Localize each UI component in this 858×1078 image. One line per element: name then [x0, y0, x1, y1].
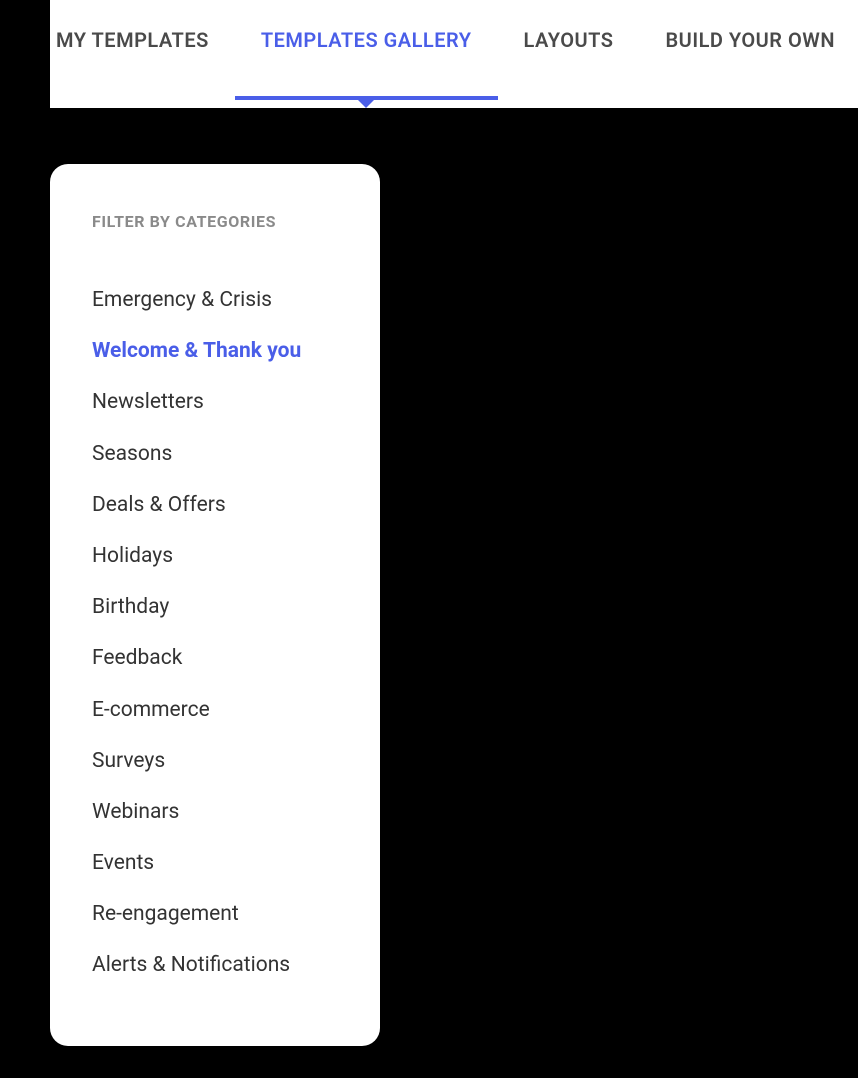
category-welcome-thank-you[interactable]: Welcome & Thank you — [92, 326, 338, 377]
tab-bar: MY TEMPLATES TEMPLATES GALLERY LAYOUTS B… — [50, 0, 858, 108]
category-e-commerce[interactable]: E-commerce — [92, 685, 338, 736]
category-list: Emergency & Crisis Welcome & Thank you N… — [92, 275, 338, 992]
filter-panel: FILTER BY CATEGORIES Emergency & Crisis … — [50, 164, 380, 1046]
tab-templates-gallery[interactable]: TEMPLATES GALLERY — [235, 28, 498, 52]
tab-layouts[interactable]: LAYOUTS — [498, 28, 640, 52]
category-alerts-notifications[interactable]: Alerts & Notifications — [92, 940, 338, 991]
filter-heading: FILTER BY CATEGORIES — [92, 212, 338, 231]
category-newsletters[interactable]: Newsletters — [92, 377, 338, 428]
category-seasons[interactable]: Seasons — [92, 429, 338, 480]
tab-build-your-own[interactable]: BUILD YOUR OWN — [639, 28, 858, 52]
category-deals-offers[interactable]: Deals & Offers — [92, 480, 338, 531]
category-events[interactable]: Events — [92, 838, 338, 889]
category-emergency-crisis[interactable]: Emergency & Crisis — [92, 275, 338, 326]
category-feedback[interactable]: Feedback — [92, 633, 338, 684]
category-birthday[interactable]: Birthday — [92, 582, 338, 633]
category-re-engagement[interactable]: Re-engagement — [92, 889, 338, 940]
tab-my-templates[interactable]: MY TEMPLATES — [50, 28, 235, 52]
category-webinars[interactable]: Webinars — [92, 787, 338, 838]
category-surveys[interactable]: Surveys — [92, 736, 338, 787]
category-holidays[interactable]: Holidays — [92, 531, 338, 582]
